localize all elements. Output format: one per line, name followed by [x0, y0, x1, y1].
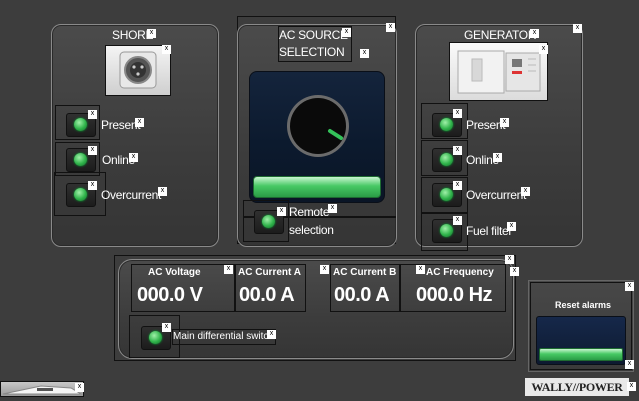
- led-icon: [74, 188, 87, 201]
- close-icon[interactable]: x: [493, 153, 502, 162]
- close-icon[interactable]: x: [625, 360, 634, 369]
- shore-overcurrent-label: Overcurrent: [101, 188, 162, 202]
- generator-title: GENERATOR: [464, 28, 537, 42]
- close-icon[interactable]: x: [88, 110, 97, 119]
- close-icon[interactable]: x: [386, 23, 395, 32]
- close-icon[interactable]: x: [88, 181, 97, 190]
- brand-logo: WALLY//POWER: [525, 378, 629, 396]
- generator-overcurrent-label: Overcurrent: [466, 188, 527, 202]
- close-icon[interactable]: x: [328, 204, 337, 213]
- ac-current-b-label: AC Current B: [333, 267, 397, 278]
- close-icon[interactable]: x: [625, 282, 634, 291]
- generator-image: [449, 42, 548, 101]
- led-icon: [262, 215, 275, 228]
- close-icon[interactable]: x: [277, 207, 286, 216]
- close-icon[interactable]: x: [453, 181, 462, 190]
- remote-selection-label-line2: selection: [289, 223, 334, 237]
- close-icon[interactable]: x: [342, 28, 351, 37]
- close-icon[interactable]: x: [521, 187, 530, 196]
- led-icon: [74, 153, 87, 166]
- main-switch-label: Main differential switc: [173, 331, 269, 342]
- close-icon[interactable]: x: [75, 383, 84, 392]
- close-icon[interactable]: x: [539, 45, 548, 54]
- ac-current-a-label: AC Current A: [238, 267, 301, 278]
- ac-source-title-line1: AC SOURCE: [279, 28, 348, 42]
- led-icon: [149, 331, 162, 344]
- boat-icon: [2, 385, 83, 395]
- reset-alarms-label: Reset alarms: [555, 300, 612, 310]
- ac-voltage-value: 000.0 V: [137, 284, 203, 306]
- close-icon[interactable]: x: [530, 29, 539, 38]
- source-selector-button[interactable]: [253, 176, 381, 198]
- close-icon[interactable]: x: [129, 153, 138, 162]
- close-icon[interactable]: x: [162, 323, 171, 332]
- close-icon[interactable]: x: [360, 49, 369, 58]
- close-icon[interactable]: x: [510, 267, 519, 276]
- ac-frequency-value: 000.0 Hz: [416, 284, 493, 306]
- close-icon[interactable]: x: [507, 222, 516, 231]
- close-icon[interactable]: x: [162, 45, 171, 54]
- source-selector-knob[interactable]: [283, 91, 353, 161]
- close-icon[interactable]: x: [147, 29, 156, 38]
- ac-frequency-label: AC Frequency: [426, 267, 494, 278]
- ac-source-title-line2: SELECTION: [279, 45, 345, 59]
- ac-voltage-label: AC Voltage: [148, 267, 201, 278]
- close-icon[interactable]: x: [627, 382, 636, 391]
- close-icon[interactable]: x: [573, 24, 582, 33]
- led-icon: [440, 188, 453, 201]
- boat-image: [0, 381, 84, 397]
- close-icon[interactable]: x: [453, 146, 462, 155]
- reset-alarms-button[interactable]: [539, 348, 623, 361]
- led-icon: [440, 224, 453, 237]
- close-icon[interactable]: x: [320, 265, 329, 274]
- close-icon[interactable]: x: [267, 330, 276, 339]
- ac-current-b-value: 00.0 A: [334, 284, 390, 306]
- led-icon: [440, 118, 453, 131]
- close-icon[interactable]: x: [453, 109, 462, 118]
- shore-plug-icon: [119, 51, 157, 89]
- close-icon[interactable]: x: [453, 216, 462, 225]
- led-icon: [440, 153, 453, 166]
- ac-current-a-value: 00.0 A: [239, 284, 295, 306]
- close-icon[interactable]: x: [224, 265, 233, 274]
- close-icon[interactable]: x: [158, 187, 167, 196]
- close-icon[interactable]: x: [135, 118, 144, 127]
- led-icon: [74, 118, 87, 131]
- remote-selection-label-line1: Remote: [289, 205, 330, 219]
- close-icon[interactable]: x: [88, 146, 97, 155]
- close-icon[interactable]: x: [505, 255, 514, 264]
- generator-icon: [457, 50, 541, 94]
- generator-fuel-filter-label: Fuel filter: [466, 224, 513, 238]
- close-icon[interactable]: x: [500, 118, 509, 127]
